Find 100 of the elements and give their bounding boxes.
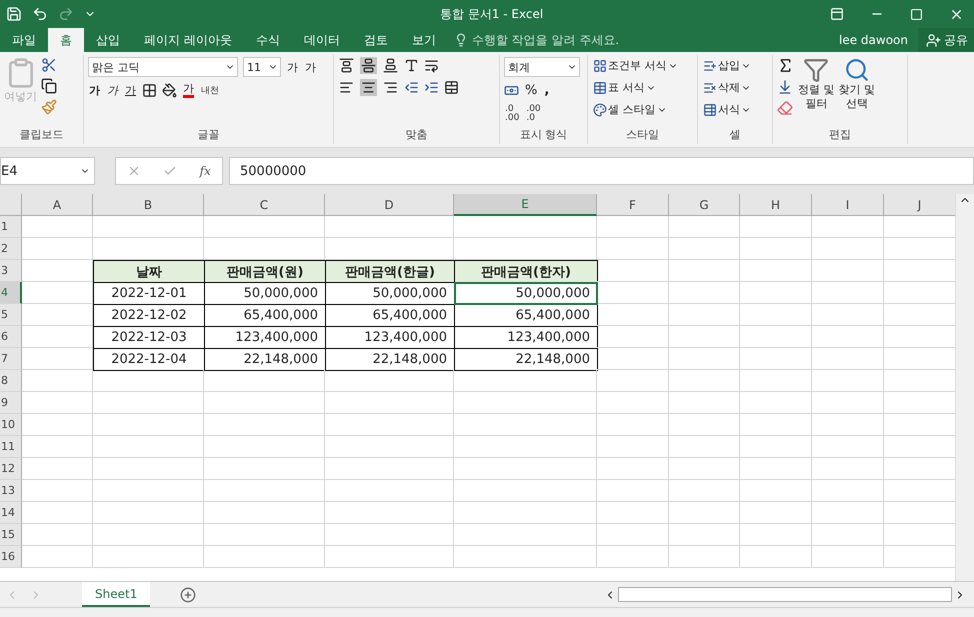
eraser-icon[interactable] <box>777 100 793 116</box>
tell-me-field[interactable]: 수행할 작업을 알려 주세요. <box>454 28 620 52</box>
grid-cell[interactable] <box>93 524 204 546</box>
grid-cell[interactable] <box>204 458 325 480</box>
grid-cell[interactable] <box>812 392 884 414</box>
grid-cell[interactable] <box>740 436 812 458</box>
column-header[interactable]: H <box>740 194 812 216</box>
grid-cell[interactable] <box>22 480 93 502</box>
grid-cell[interactable] <box>204 414 325 436</box>
grid-cell[interactable] <box>597 524 669 546</box>
add-sheet-icon[interactable] <box>180 586 196 602</box>
grid-cell[interactable] <box>669 436 740 458</box>
grid-cell[interactable] <box>204 436 325 458</box>
row-header[interactable]: 14 <box>0 502 22 524</box>
grid-cell[interactable] <box>740 546 812 568</box>
grid-cell[interactable] <box>812 414 884 436</box>
grid-cell[interactable] <box>740 458 812 480</box>
grid-cell[interactable] <box>204 524 325 546</box>
percent-button[interactable]: % <box>524 82 538 99</box>
grid-cell[interactable] <box>669 458 740 480</box>
ribbon-tab[interactable]: 데이터 <box>292 28 352 52</box>
grid-cell[interactable] <box>93 370 204 392</box>
column-header[interactable]: J <box>884 194 956 216</box>
fill-color-icon[interactable] <box>162 83 177 98</box>
user-name[interactable]: lee dawoon <box>839 33 918 47</box>
grid-cell[interactable] <box>454 458 597 480</box>
grid-cell[interactable] <box>597 546 669 568</box>
grid-cell[interactable] <box>325 524 454 546</box>
ribbon-tab[interactable]: 수식 <box>244 28 292 52</box>
ribbon-tab[interactable]: 홈 <box>48 28 84 52</box>
fill-icon[interactable] <box>777 79 793 95</box>
grid-cell[interactable] <box>325 546 454 568</box>
row-header[interactable]: 13 <box>0 480 22 502</box>
grid-cell[interactable] <box>22 238 93 260</box>
ribbon-display-icon[interactable] <box>830 7 844 21</box>
grid-cell[interactable] <box>812 282 884 304</box>
styles-button[interactable]: 셀 스타일 <box>592 101 678 118</box>
grid-cell[interactable] <box>669 480 740 502</box>
grid-cell[interactable] <box>325 414 454 436</box>
font-size-field[interactable]: 11 <box>243 57 281 77</box>
grid-cell[interactable] <box>325 370 454 392</box>
grid-cell[interactable] <box>740 304 812 326</box>
ribbon-tab[interactable]: 검토 <box>352 28 400 52</box>
grid-cell[interactable] <box>669 326 740 348</box>
grid-cell[interactable] <box>22 282 93 304</box>
grid-cell[interactable] <box>22 414 93 436</box>
row-header[interactable]: 12 <box>0 458 22 480</box>
grid-cell[interactable] <box>812 260 884 282</box>
font-color-button[interactable]: 가 <box>182 82 195 99</box>
grid-cell[interactable] <box>325 502 454 524</box>
grid-cell[interactable] <box>597 326 669 348</box>
grid-cell[interactable] <box>454 524 597 546</box>
increase-indent-icon[interactable] <box>424 80 439 95</box>
table-cell[interactable]: 50,000,000 <box>454 282 598 305</box>
save-icon[interactable] <box>6 6 22 22</box>
grid-cell[interactable] <box>22 546 93 568</box>
grid-cell[interactable] <box>22 348 93 370</box>
grid-cell[interactable] <box>204 392 325 414</box>
grid-cell[interactable] <box>597 282 669 304</box>
cells-button[interactable]: 삭제 <box>702 79 752 96</box>
vertical-align-button[interactable] <box>360 57 377 74</box>
column-header[interactable]: A <box>22 194 93 216</box>
decimal-button[interactable]: .00 .0 <box>525 104 542 124</box>
grid-cell[interactable] <box>22 326 93 348</box>
row-header[interactable]: 8 <box>0 370 22 392</box>
merge-icon[interactable] <box>444 80 459 95</box>
grid-cell[interactable] <box>325 458 454 480</box>
column-header[interactable]: B <box>93 194 204 216</box>
grid-cell[interactable] <box>325 436 454 458</box>
name-box[interactable]: E4 <box>0 157 95 185</box>
grid-cell[interactable] <box>22 436 93 458</box>
row-header[interactable]: 9 <box>0 392 22 414</box>
insert-function-button[interactable]: fx <box>200 164 211 178</box>
shrink-font-button[interactable]: 가 <box>304 58 317 76</box>
grid-cell[interactable] <box>597 480 669 502</box>
paintbrush-icon[interactable] <box>41 99 57 115</box>
grid-cell[interactable] <box>740 348 812 370</box>
grid-cell[interactable] <box>454 414 597 436</box>
grid-cell[interactable] <box>93 436 204 458</box>
find-select-button[interactable]: 찾기 및 선택 <box>838 57 875 125</box>
styles-button[interactable]: 조건부 서식 <box>592 57 678 74</box>
grid-cell[interactable] <box>740 414 812 436</box>
grid-cell[interactable] <box>204 480 325 502</box>
grid-cell[interactable] <box>812 216 884 238</box>
grid-cell[interactable] <box>22 524 93 546</box>
grid-cell[interactable] <box>22 392 93 414</box>
grid-cell[interactable] <box>204 502 325 524</box>
grid-cell[interactable] <box>740 524 812 546</box>
vertical-align-button[interactable] <box>382 57 399 74</box>
grid-cell[interactable] <box>740 260 812 282</box>
column-header[interactable]: I <box>812 194 884 216</box>
row-header[interactable]: 15 <box>0 524 22 546</box>
grid-cell[interactable] <box>812 326 884 348</box>
grid-cell[interactable] <box>740 282 812 304</box>
grid-cell[interactable] <box>812 238 884 260</box>
grid-cell[interactable] <box>669 238 740 260</box>
grid-cell[interactable] <box>740 480 812 502</box>
column-heading-cell[interactable]: 판매금액(한글) <box>325 260 455 283</box>
row-header[interactable]: 11 <box>0 436 22 458</box>
grid-cell[interactable] <box>669 216 740 238</box>
